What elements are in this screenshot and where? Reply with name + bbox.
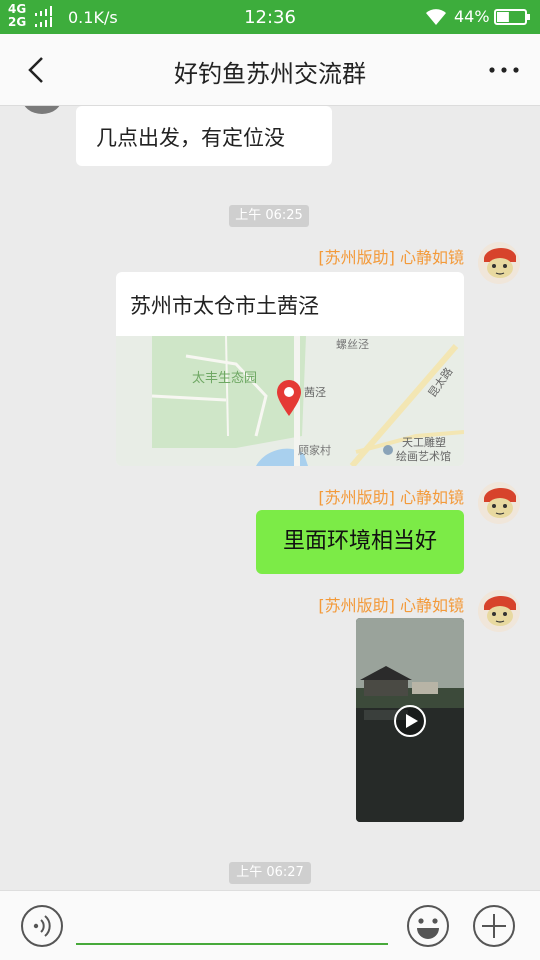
battery-icon (494, 9, 530, 25)
avatar[interactable] (478, 482, 520, 524)
avatar[interactable] (478, 242, 520, 284)
avatar-image (478, 590, 520, 632)
battery-percent: 44% (454, 7, 490, 26)
voice-icon[interactable] (20, 904, 64, 948)
video-message[interactable] (356, 618, 464, 822)
map-label-spot: 茜泾 (304, 386, 326, 399)
message-text: 几点出发，有定位没 (96, 126, 285, 150)
plus-icon[interactable] (472, 904, 516, 948)
message-text: 里面环境相当好 (282, 529, 437, 554)
sender-name: [苏州版助] 心静如镜 (318, 248, 464, 267)
map-label-museum-2: 绘画艺术馆 (396, 449, 451, 463)
message-input[interactable] (76, 905, 388, 945)
timestamp: 上午 06:25 (229, 205, 309, 227)
location-card[interactable]: 苏州市太仓市土茜泾 太丰生态园 螺丝泾 昆太路 茜泾 顾家村 天工雕塑 绘画艺术… (116, 272, 464, 466)
map-label-village: 顾家村 (298, 443, 331, 457)
chat-header: 好钓鱼苏州交流群 (0, 34, 540, 106)
map-label-park: 太丰生态园 (192, 370, 257, 385)
more-icon[interactable] (486, 56, 522, 84)
sender-name: [苏州版助] 心静如镜 (318, 596, 464, 615)
input-bar (0, 890, 540, 960)
play-icon[interactable] (393, 704, 427, 738)
message-bubble-outgoing[interactable]: 里面环境相当好 (256, 510, 464, 574)
wifi-icon (426, 9, 446, 25)
message-list[interactable]: 几点出发，有定位没 上午 06:25 [苏州版助] 心静如镜 苏州市太仓市土茜泾… (0, 106, 540, 890)
sender-name: [苏州版助] 心静如镜 (318, 488, 464, 507)
avatar[interactable] (478, 590, 520, 632)
location-title: 苏州市太仓市土茜泾 (130, 294, 319, 318)
avatar-image (478, 482, 520, 524)
emoji-icon[interactable] (406, 904, 450, 948)
map-label-village-top: 螺丝泾 (336, 338, 369, 351)
status-bar: 4G 2G 0.1K/s 12:36 44% (0, 0, 540, 34)
avatar-image (478, 242, 520, 284)
location-map[interactable]: 太丰生态园 螺丝泾 昆太路 茜泾 顾家村 天工雕塑 绘画艺术馆 (116, 336, 464, 466)
avatar[interactable] (22, 106, 62, 114)
chat-title: 好钓鱼苏州交流群 (174, 60, 366, 88)
message-bubble-incoming[interactable]: 几点出发，有定位没 (76, 106, 332, 166)
map-label-museum-1: 天工雕塑 (402, 435, 446, 449)
timestamp: 上午 06:27 (229, 862, 311, 884)
